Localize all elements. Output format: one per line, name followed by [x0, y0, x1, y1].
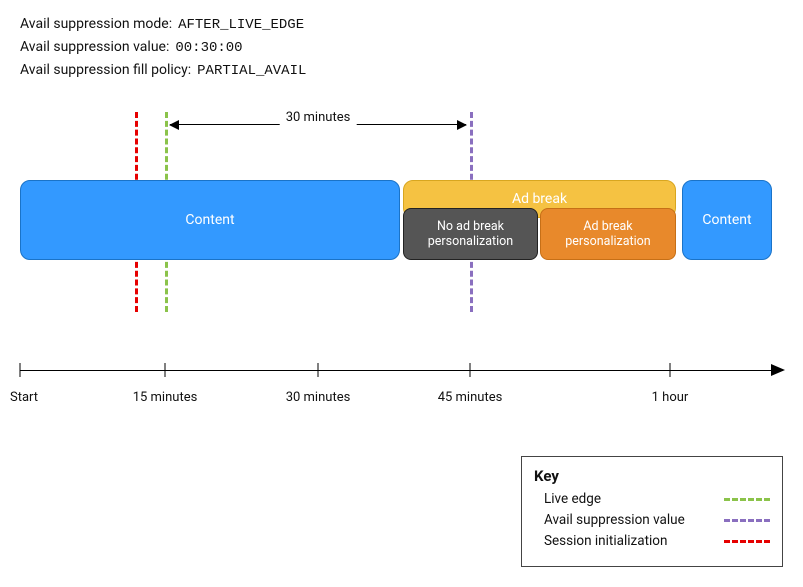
arrow-right-cap-icon [457, 120, 467, 130]
axis-label-start: Start [10, 390, 38, 405]
segment-ad-personalization: Ad break personalization [540, 208, 676, 260]
axis-tick-15 [165, 363, 166, 377]
setting-value-value: 00:30:00 [175, 40, 242, 56]
legend-avail-value-swatch [724, 519, 770, 522]
setting-mode-label: Avail suppression mode: [20, 16, 172, 32]
legend-box: Key Live edge Avail suppression value Se… [521, 456, 783, 567]
segment-content-1: Content [20, 180, 400, 260]
time-axis: Start 15 minutes 30 minutes 45 minutes 1… [20, 350, 783, 400]
axis-tick-45 [470, 363, 471, 377]
axis-tick-60 [670, 363, 671, 377]
segment-no-ad-personalization: No ad break personalization [403, 208, 538, 260]
axis-label-60: 1 hour [652, 390, 689, 405]
segment-content-2: Content [682, 180, 772, 260]
setting-mode-value: AFTER_LIVE_EDGE [178, 17, 304, 33]
legend-row-live-edge: Live edge [534, 491, 770, 507]
axis-tick-start [20, 363, 21, 377]
legend-live-edge-label: Live edge [544, 491, 601, 507]
legend-session-init-label: Session initialization [544, 533, 667, 549]
segment-ad-break-label: Ad break [512, 191, 567, 207]
legend-live-edge-swatch [724, 498, 770, 501]
legend-row-avail-value: Avail suppression value [534, 512, 770, 528]
legend-avail-value-label: Avail suppression value [544, 512, 685, 528]
arrow-left-cap-icon [169, 120, 179, 130]
arrow-right-icon [771, 364, 785, 376]
legend-row-session-init: Session initialization [534, 533, 770, 549]
setting-row-fill: Avail suppression fill policy: PARTIAL_A… [20, 62, 306, 79]
diagram-canvas: Avail suppression mode: AFTER_LIVE_EDGE … [0, 0, 803, 587]
legend-title: Key [534, 467, 770, 485]
legend-session-init-swatch [724, 540, 770, 543]
segment-no-ad-label: No ad break personalization [410, 219, 531, 249]
setting-value-label: Avail suppression value: [20, 39, 169, 55]
segment-content-2-label: Content [702, 212, 751, 228]
setting-row-mode: Avail suppression mode: AFTER_LIVE_EDGE [20, 16, 306, 33]
setting-row-value: Avail suppression value: 00:30:00 [20, 39, 306, 56]
axis-label-30: 30 minutes [286, 390, 351, 405]
setting-fill-value: PARTIAL_AVAIL [197, 63, 306, 79]
span-label: 30 minutes [280, 110, 357, 125]
segment-adpers-label: Ad break personalization [547, 219, 669, 249]
axis-label-45: 45 minutes [438, 390, 503, 405]
setting-fill-label: Avail suppression fill policy: [20, 62, 191, 78]
settings-list: Avail suppression mode: AFTER_LIVE_EDGE … [20, 10, 306, 85]
axis-tick-30 [318, 363, 319, 377]
axis-label-15: 15 minutes [133, 390, 198, 405]
segment-content-1-label: Content [185, 212, 234, 228]
timeline-area: 30 minutes Content Ad break No ad break … [20, 160, 783, 290]
